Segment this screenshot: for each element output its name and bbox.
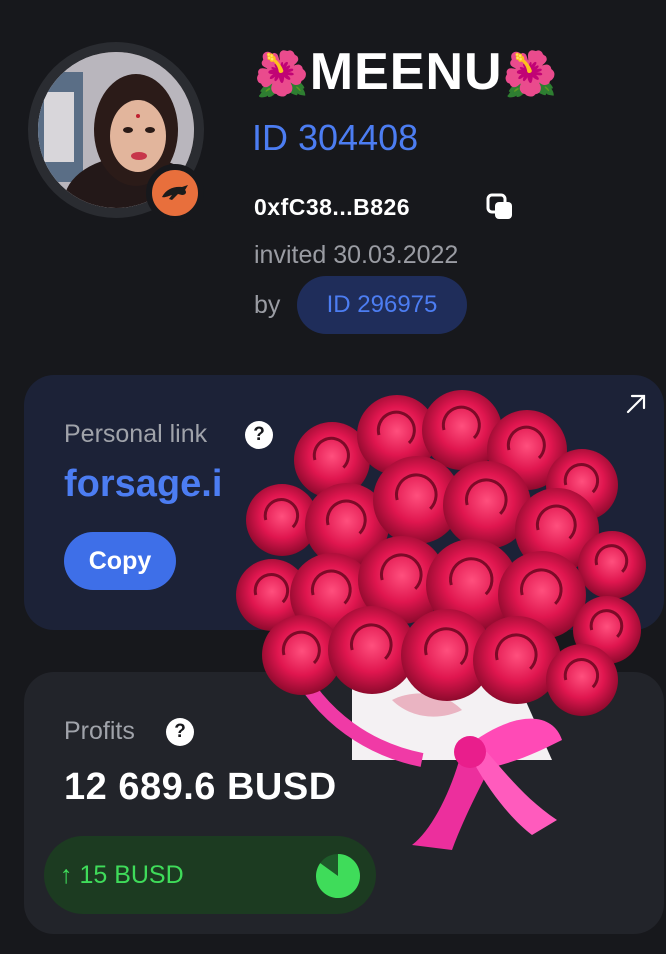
referrer-id-button[interactable]: ID 296975 — [297, 276, 467, 334]
recent-gain: ↑ 15 BUSD — [60, 858, 184, 892]
invited-date: invited 30.03.2022 — [254, 241, 459, 269]
profile-name: 🌺MEENU🌺 — [254, 40, 558, 107]
profits-label: Profits — [64, 717, 135, 745]
copy-icon[interactable] — [485, 192, 515, 222]
rose-bouquet-sticker — [236, 390, 646, 850]
rose-flower — [546, 644, 618, 716]
profile-id: ID 304408 — [252, 117, 419, 158]
profile-name-text: MEENU — [309, 43, 503, 101]
hibiscus-icon: 🌺 — [254, 50, 310, 99]
arrow-up-icon: ↑ — [60, 861, 73, 889]
rose-flower — [578, 531, 646, 599]
hibiscus-icon: 🌺 — [502, 50, 559, 99]
recent-gain-value: 15 BUSD — [79, 861, 184, 889]
invited-by-label: by — [254, 291, 281, 319]
personal-link-url[interactable]: forsage.i — [64, 462, 222, 506]
copy-link-button[interactable]: Copy — [64, 532, 176, 590]
help-icon[interactable]: ? — [166, 718, 194, 746]
wallet-address: 0xfC38...B826 — [254, 194, 411, 220]
panther-badge-icon — [146, 164, 204, 222]
personal-link-label: Personal link — [64, 420, 208, 448]
